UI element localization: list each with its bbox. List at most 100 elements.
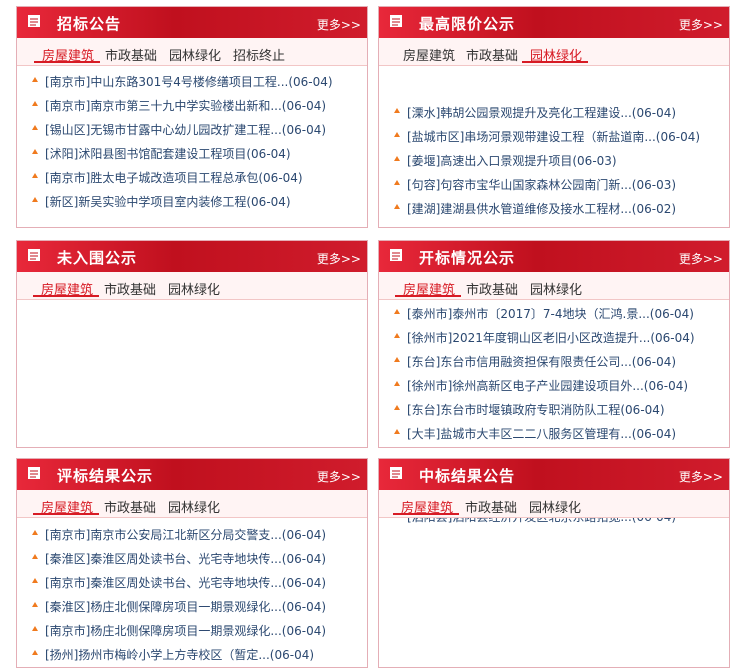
bullet-icon [394, 204, 400, 209]
tab-yuanlin[interactable]: 园林绿化 [529, 497, 581, 516]
notice-list: [溧水]韩胡公园景观提升及亮化工程建设...(06-04) [盐城市区]串场河景… [379, 66, 729, 227]
bullet-icon [394, 132, 400, 137]
list-item[interactable]: [南京市]杨庄北侧保障房项目一期景观绿化...(06-04) [17, 621, 367, 639]
list-item[interactable]: [锡山区]无锡市甘露中心幼儿园改扩建工程...(06-04) [17, 120, 367, 138]
bullet-icon [394, 381, 400, 386]
active-tab-underline [34, 61, 100, 63]
document-icon [28, 467, 40, 479]
notice-list: [南京市]南京市公安局江北新区分局交警支...(06-04) [秦淮区]秦淮区周… [17, 518, 367, 667]
bullet-icon [32, 578, 38, 583]
tab-shizheng[interactable]: 市政基础 [105, 45, 157, 64]
panel-title: 未入围公示 [57, 249, 138, 267]
list-item[interactable]: [溧水]韩胡公园景观提升及亮化工程建设...(06-04) [379, 103, 729, 121]
list-item[interactable]: [沭阳]沭阳县图书馆配套建设工程项目(06-04) [17, 144, 367, 162]
panel-kaibiao: 开标情况公示 更多>> 房屋建筑 市政基础 园林绿化 [泰州市]泰州市〔2017… [378, 240, 730, 448]
notice-list: [泗阳县]泗阳县经济开发区北京东路拓宽...(06-04) [379, 507, 729, 667]
bullet-icon [394, 405, 400, 410]
tab-bar: 房屋建筑 市政基础 园林绿化 [379, 38, 729, 66]
list-item[interactable]: [大丰]盐城市大丰区二二八服务区管理有...(06-04) [379, 424, 729, 442]
more-link[interactable]: 更多>> [317, 16, 361, 33]
active-tab-underline [33, 513, 99, 515]
list-item[interactable]: [南京市]南京市第三十九中学实验楼出新和...(06-04) [17, 96, 367, 114]
list-item[interactable]: [姜堰]高速出入口景观提升项目(06-03) [379, 151, 729, 169]
list-item[interactable]: [徐州市]2021年度铜山区老旧小区改造提升...(06-04) [379, 328, 729, 346]
panel-title: 最高限价公示 [419, 15, 516, 33]
tab-yuanlin[interactable]: 园林绿化 [168, 279, 220, 298]
more-link[interactable]: 更多>> [679, 468, 723, 485]
list-item[interactable]: [东台]东台市时堰镇政府专职消防队工程(06-04) [379, 400, 729, 418]
list-item[interactable]: [泰州市]泰州市〔2017〕7-4地块（汇鸿.景...(06-04) [379, 304, 729, 322]
more-link[interactable]: 更多>> [317, 250, 361, 267]
tab-yuanlin[interactable]: 园林绿化 [168, 497, 220, 516]
tab-shizheng[interactable]: 市政基础 [104, 279, 156, 298]
panel-title: 评标结果公示 [57, 467, 154, 485]
panel-header: 招标公告 更多>> [17, 7, 367, 38]
panel-zhaobiao: 招标公告 更多>> 房屋建筑 市政基础 园林绿化 招标终止 [南京市]中山东路3… [16, 6, 368, 228]
list-item[interactable]: [南京市]胜太电子城改造项目工程总承包(06-04) [17, 168, 367, 186]
panel-zuigaoxianjia: 最高限价公示 更多>> 房屋建筑 市政基础 园林绿化 [溧水]韩胡公园景观提升及… [378, 6, 730, 228]
list-item[interactable]: [徐州市]徐州高新区电子产业园建设项目外...(06-04) [379, 376, 729, 394]
more-link[interactable]: 更多>> [317, 468, 361, 485]
bullet-icon [32, 125, 38, 130]
bullet-icon [32, 173, 38, 178]
tab-bar: 房屋建筑 市政基础 园林绿化 [17, 490, 367, 518]
list-item[interactable]: [南京市]秦淮区周处读书台、光宅寺地块传...(06-04) [17, 573, 367, 591]
bullet-icon [32, 197, 38, 202]
tab-shizheng[interactable]: 市政基础 [466, 45, 518, 64]
document-icon [28, 249, 40, 261]
panel-pingbiao: 评标结果公示 更多>> 房屋建筑 市政基础 园林绿化 [南京市]南京市公安局江北… [16, 458, 368, 668]
bullet-icon [394, 108, 400, 113]
tab-bar: 房屋建筑 市政基础 园林绿化 [379, 490, 729, 518]
panel-header: 评标结果公示 更多>> [17, 459, 367, 490]
active-tab-underline [393, 513, 459, 515]
notice-list: [南京市]中山东路301号4号楼修缮项目工程...(06-04) [南京市]南京… [17, 66, 367, 227]
bullet-icon [394, 333, 400, 338]
list-item[interactable]: [句容]句容市宝华山国家森林公园南门新...(06-03) [379, 175, 729, 193]
panel-header: 最高限价公示 更多>> [379, 7, 729, 38]
document-icon [390, 467, 402, 479]
tab-bar: 房屋建筑 市政基础 园林绿化 招标终止 [17, 38, 367, 66]
active-tab-underline [33, 295, 99, 297]
notice-list [17, 300, 367, 447]
panel-header: 开标情况公示 更多>> [379, 241, 729, 272]
tab-yuanlin[interactable]: 园林绿化 [169, 45, 221, 64]
bullet-icon [394, 309, 400, 314]
bullet-icon [394, 357, 400, 362]
list-item[interactable]: [秦淮区]杨庄北侧保障房项目一期景观绿化...(06-04) [17, 597, 367, 615]
bullet-icon [394, 156, 400, 161]
bullet-icon [32, 626, 38, 631]
active-tab-underline [395, 295, 461, 297]
panel-title: 招标公告 [57, 15, 122, 33]
tab-shizheng[interactable]: 市政基础 [465, 497, 517, 516]
document-icon [390, 249, 402, 261]
bullet-icon [32, 77, 38, 82]
list-item[interactable]: [南京市]南京市公安局江北新区分局交警支...(06-04) [17, 525, 367, 543]
list-item[interactable]: [秦淮区]秦淮区周处读书台、光宅寺地块传...(06-04) [17, 549, 367, 567]
bullet-icon [32, 554, 38, 559]
panel-title: 开标情况公示 [419, 249, 516, 267]
tab-shizheng[interactable]: 市政基础 [466, 279, 518, 298]
list-item[interactable]: [东台]东台市信用融资担保有限责任公司...(06-04) [379, 352, 729, 370]
list-item[interactable]: [南京市]中山东路301号4号楼修缮项目工程...(06-04) [17, 72, 367, 90]
document-icon [390, 15, 402, 27]
notice-list: [泰州市]泰州市〔2017〕7-4地块（汇鸿.景...(06-04) [徐州市]… [379, 300, 729, 447]
list-item[interactable]: [新区]新吴实验中学项目室内装修工程(06-04) [17, 192, 367, 210]
bullet-icon [32, 602, 38, 607]
panel-header: 未入围公示 更多>> [17, 241, 367, 272]
panel-header: 中标结果公告 更多>> [379, 459, 729, 490]
panel-weiruwei: 未入围公示 更多>> 房屋建筑 市政基础 园林绿化 [16, 240, 368, 448]
tab-yuanlin[interactable]: 园林绿化 [530, 279, 582, 298]
bullet-icon [32, 101, 38, 106]
list-item[interactable]: [扬州]扬州市梅岭小学上方寺校区（暂定...(06-04) [17, 645, 367, 663]
more-link[interactable]: 更多>> [679, 16, 723, 33]
tab-shizheng[interactable]: 市政基础 [104, 497, 156, 516]
bullet-icon [394, 429, 400, 434]
list-item[interactable]: [建湖]建湖县供水管道维修及接水工程材...(06-02) [379, 199, 729, 217]
bullet-icon [32, 650, 38, 655]
tab-zhongzhi[interactable]: 招标终止 [233, 45, 285, 64]
panel-zhongbiao: 中标结果公告 更多>> [泗阳县]泗阳县经济开发区北京东路拓宽...(06-04… [378, 458, 730, 668]
more-link[interactable]: 更多>> [679, 250, 723, 267]
tab-fangwu[interactable]: 房屋建筑 [403, 45, 455, 64]
list-item[interactable]: [盐城市区]串场河景观带建设工程（新盐道南...(06-04) [379, 127, 729, 145]
tab-bar: 房屋建筑 市政基础 园林绿化 [379, 272, 729, 300]
